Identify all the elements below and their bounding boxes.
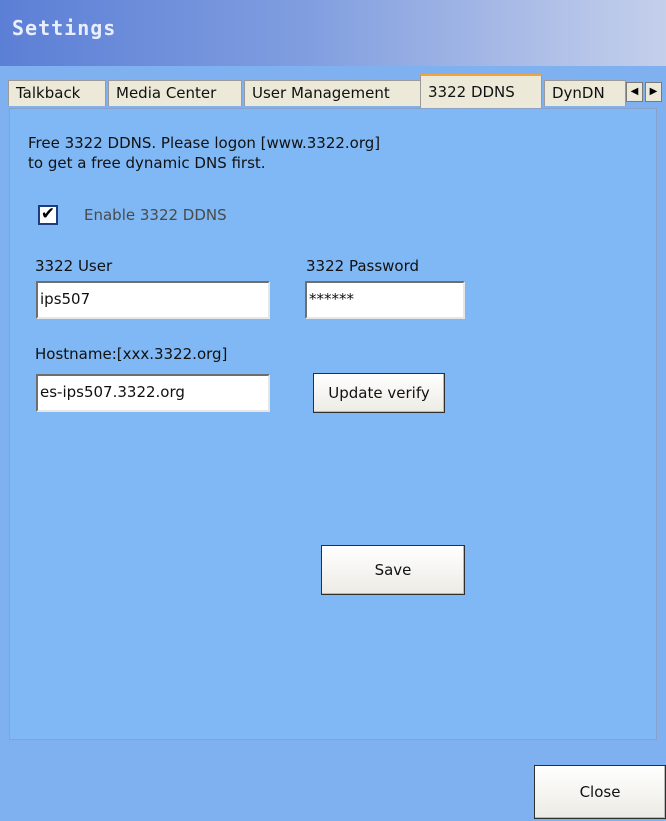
dialog-footer: Close	[0, 741, 666, 821]
tab-talkback[interactable]: Talkback	[8, 80, 106, 106]
tab-user-management[interactable]: User Management	[244, 80, 422, 106]
ddns-info-line-1: Free 3322 DDNS. Please logon [www.3322.o…	[28, 134, 381, 152]
tab-dyndns[interactable]: DynDN	[544, 80, 626, 106]
enable-ddns-checkbox[interactable]: ✔	[38, 205, 58, 225]
update-verify-button[interactable]: Update verify	[313, 373, 445, 413]
save-button[interactable]: Save	[321, 545, 465, 595]
user-input[interactable]: ips507	[36, 281, 270, 319]
hostname-input[interactable]: es-ips507.3322.org	[36, 374, 270, 412]
tab-3322-ddns[interactable]: 3322 DDNS	[420, 74, 542, 108]
password-label: 3322 Password	[306, 257, 420, 275]
window-title: Settings	[12, 16, 117, 40]
close-button[interactable]: Close	[534, 765, 666, 819]
hostname-label: Hostname:[xxx.3322.org]	[35, 345, 228, 363]
window-titlebar: Settings	[0, 0, 666, 66]
tab-scroll-arrows: ◀ ▶	[626, 82, 662, 102]
ddns-info-line-2: to get a free dynamic DNS first.	[28, 154, 266, 172]
tab-scroll-right-icon[interactable]: ▶	[645, 82, 662, 102]
enable-ddns-label: Enable 3322 DDNS	[84, 206, 227, 224]
ddns-settings-panel: Free 3322 DDNS. Please logon [www.3322.o…	[9, 108, 657, 740]
password-input[interactable]: ******	[305, 281, 465, 319]
user-label: 3322 User	[35, 257, 113, 275]
tab-scroll-left-icon[interactable]: ◀	[626, 82, 643, 102]
ddns-info-text: Free 3322 DDNS. Please logon [www.3322.o…	[28, 133, 380, 173]
tab-strip: Talkback Media Center User Management 33…	[8, 74, 666, 108]
tab-media-center[interactable]: Media Center	[108, 80, 242, 106]
